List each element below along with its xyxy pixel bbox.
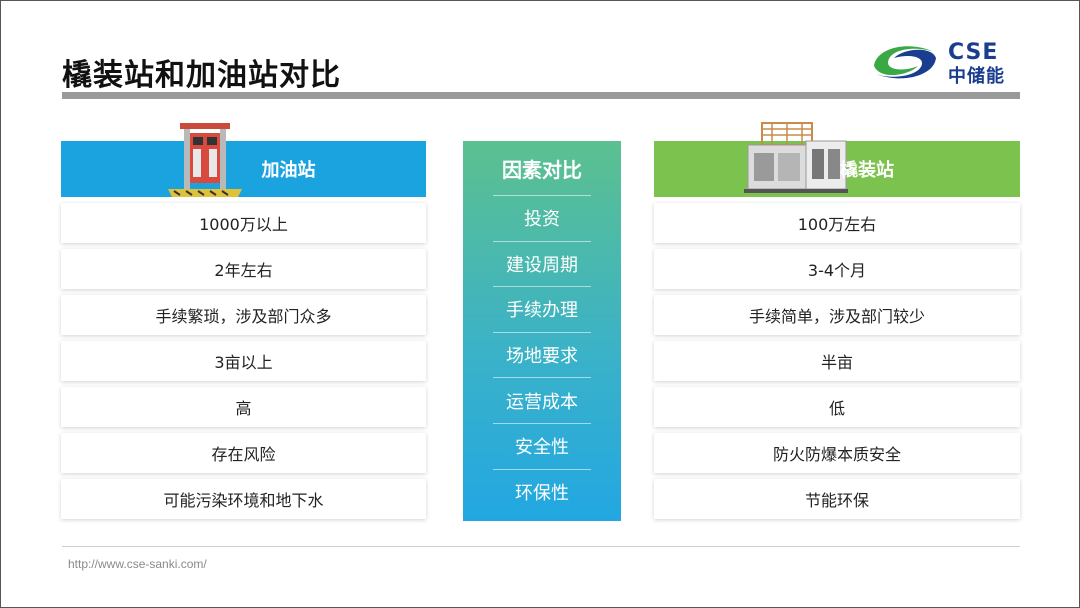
logo-text-cn: 中储能 [948,66,1005,87]
fuel-station-header: 加油站 [61,123,426,197]
fuel-row-site: 3亩以上 [61,341,426,381]
title-underline [62,92,1020,99]
skid-row-procedures: 手续简单，涉及部门较少 [654,295,1020,335]
footer-url: http://www.cse-sanki.com/ [68,557,207,571]
skid-row-safety: 防火防爆本质安全 [654,433,1020,473]
fuel-station-title: 加油站 [261,160,316,181]
factor-procedures: 手续办理 [493,286,591,332]
fuel-row-procedures: 手续繁琐，涉及部门众多 [61,295,426,335]
skid-station-header: 橇装站 [654,122,1020,197]
skid-row-construction-period: 3-4个月 [654,249,1020,289]
slide-title: 橇装站和加油站对比 [62,58,341,93]
fuel-row-investment: 1000万以上 [61,203,426,243]
fuel-row-safety: 存在风险 [61,433,426,473]
skid-station-column: 橇装站 100万左右 3-4个月 手续简单，涉及部门较少 半亩 低 防火防爆本质… [654,122,1020,519]
fuel-station-column: 加油站 1000万以上 2年左右 手续繁琐，涉及部门众多 3亩以上 高 存在风险… [61,123,426,519]
factor-safety: 安全性 [493,422,591,469]
fuel-row-operating-cost: 高 [61,387,426,427]
footer-divider [62,546,1020,547]
factor-column: 因素对比 投资 建设周期 手续办理 场地要求 运营成本 安全性 环保性 [463,141,621,521]
logo-swirl-icon [874,46,936,79]
skid-row-operating-cost: 低 [654,387,1020,427]
skid-row-site: 半亩 [654,341,1020,381]
cse-logo: CSE 中储能 [868,40,1023,87]
factor-investment: 投资 [493,195,591,241]
fuel-row-environment: 可能污染环境和地下水 [61,479,426,519]
skid-row-investment: 100万左右 [654,203,1020,243]
skid-station-image [744,122,848,193]
factor-environment: 环保性 [493,468,591,515]
factor-site: 场地要求 [493,331,591,378]
factor-operating-cost: 运营成本 [493,377,591,423]
skid-row-environment: 节能环保 [654,479,1020,519]
factor-construction-period: 建设周期 [493,240,591,287]
skid-station-title: 橇装站 [840,160,894,181]
fuel-station-image [168,123,242,197]
factor-header: 因素对比 [502,157,582,182]
fuel-row-construction-period: 2年左右 [61,249,426,289]
